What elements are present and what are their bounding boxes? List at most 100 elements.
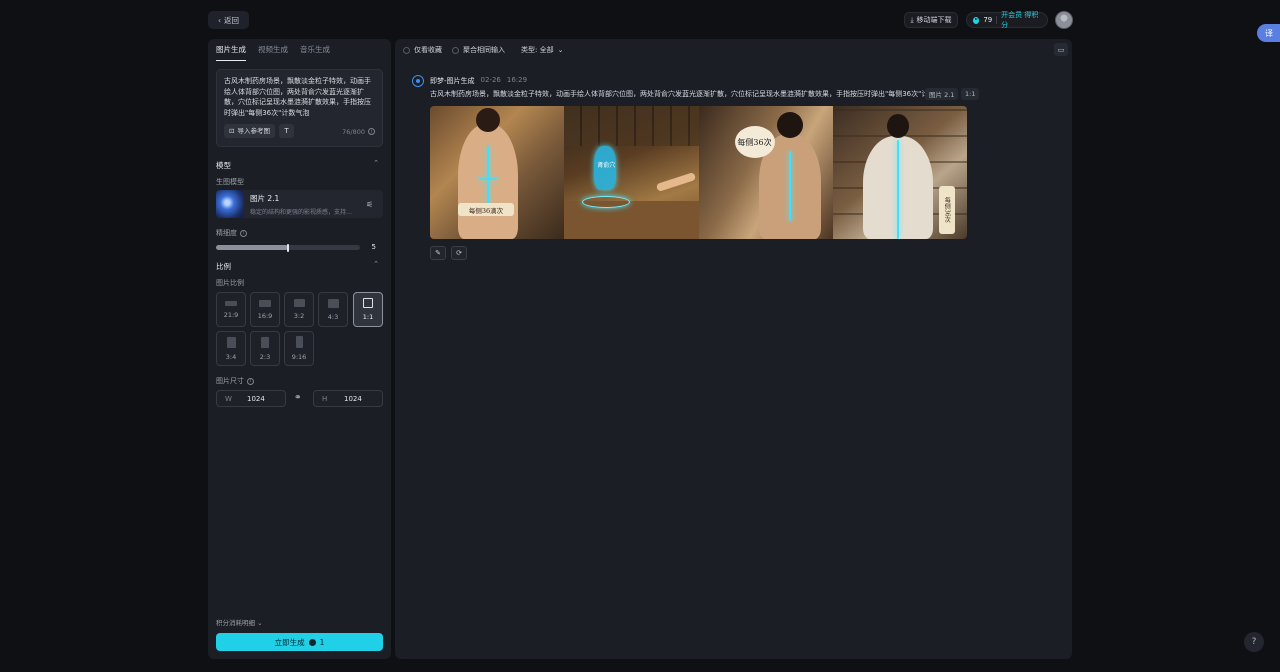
width-value[interactable]: 1024: [247, 395, 265, 403]
ratio-shape: [261, 336, 269, 348]
char-count-text: 76/800: [342, 127, 365, 136]
model-name: 图片 2.1: [250, 193, 280, 203]
acupoint-glow: [478, 178, 498, 180]
credits-detail-toggle[interactable]: 积分消耗明细 ⌄: [216, 617, 263, 627]
info-icon[interactable]: i: [368, 128, 375, 136]
chevron-down-icon: ⌄: [557, 46, 564, 54]
ratio-option[interactable]: 3:4: [216, 331, 246, 366]
precision-label: 精细度: [216, 229, 237, 237]
sliders-icon[interactable]: ⚟: [366, 200, 373, 209]
generated-image-1[interactable]: 每侧36滴次: [430, 106, 565, 239]
type-filter-label: 类型: 全部: [521, 46, 554, 54]
back-button[interactable]: ‹ 返回: [208, 11, 249, 29]
info-icon[interactable]: i: [247, 377, 254, 385]
ratio-shape: [259, 299, 271, 307]
generated-image-2[interactable]: 肾俞穴: [564, 106, 699, 239]
precision-slider-handle[interactable]: [287, 243, 289, 252]
link-icon[interactable]: ⚭: [294, 393, 302, 403]
model-info: 图片 2.1 稳定的结构和更强的影视质感，支持…: [250, 193, 360, 216]
tab-image[interactable]: 图片生成: [216, 44, 246, 61]
help-button[interactable]: ?: [1244, 632, 1264, 652]
table: [564, 201, 699, 239]
message-prompt[interactable]: 古风木制药房场景，飘散淡金粒子特效，动画手绘人体背部穴位图，两处背俞穴发蓝光逐渐…: [430, 89, 926, 99]
ratio-option[interactable]: 16:9: [250, 292, 280, 327]
prompt-input[interactable]: 古风木制药房场景，飘散淡金粒子特效，动画手绘人体背部穴位图，两处背俞穴发蓝光逐渐…: [216, 69, 383, 147]
generate-label: 立即生成: [274, 637, 305, 647]
message-date: 02-26: [480, 76, 501, 84]
folder-icon: ▭: [1057, 45, 1065, 54]
generated-image-3[interactable]: 每侧36次: [698, 106, 833, 239]
precision-label-row: 精细度 i: [216, 228, 247, 238]
ratio-label-2-3: 2:3: [259, 352, 271, 361]
favorites-filter[interactable]: 仅看收藏: [403, 45, 442, 55]
model-thumbnail: [216, 190, 244, 218]
ratio-label-4-3: 4:3: [327, 312, 339, 321]
shelf: [564, 106, 699, 146]
mobile-download-label: 移动端下载: [916, 16, 952, 24]
width-field[interactable]: W 1024: [216, 390, 286, 407]
points-count: 79: [983, 16, 993, 24]
prompt-text[interactable]: 古风木制药房场景，飘散淡金粒子特效，动画手绘人体背部穴位图，两处背俞穴发蓝光逐渐…: [224, 76, 375, 118]
ratio-option-selected[interactable]: 1:1: [353, 292, 383, 327]
message-source: 即梦-图片生成: [430, 77, 475, 85]
type-filter-dropdown[interactable]: 类型: 全部 ⌄: [521, 45, 563, 55]
height-field[interactable]: H 1024: [313, 390, 383, 407]
model-desc: 稳定的结构和更强的影视质感，支持…: [250, 208, 353, 216]
ratio-label: 图片比例: [216, 279, 244, 287]
checkbox[interactable]: [403, 46, 410, 54]
message-time: 16:29: [506, 76, 528, 84]
size-label: 图片尺寸: [216, 377, 244, 385]
model-tag: 图片 2.1: [925, 88, 959, 100]
hand: [655, 172, 697, 192]
regenerate-button[interactable]: ⟳: [451, 246, 467, 260]
checkbox[interactable]: [452, 46, 459, 54]
ratio-option[interactable]: 2:3: [250, 331, 280, 366]
generated-image-4[interactable]: 每侧36次: [832, 106, 967, 239]
ratio-option[interactable]: 9:16: [284, 331, 314, 366]
ratio-shape: [295, 336, 303, 348]
translate-badge[interactable]: 译: [1257, 24, 1280, 42]
width-label: W: [225, 394, 232, 403]
edit-button[interactable]: ✎: [430, 246, 446, 260]
height-value[interactable]: 1024: [344, 395, 362, 403]
speech-bubble: 每侧36次: [734, 126, 775, 158]
left-panel: 图片生成 视频生成 音乐生成 古风木制药房场景，飘散淡金粒子特效，动画手绘人体背…: [208, 39, 391, 659]
spine-glow: [896, 140, 899, 239]
ratio-option[interactable]: 21:9: [216, 292, 246, 327]
ratio-option[interactable]: 3:2: [284, 292, 314, 327]
ratio-shape: [225, 300, 237, 306]
avatar[interactable]: [1055, 11, 1073, 29]
ratio-label-21-9: 21:9: [223, 310, 239, 319]
model-selector[interactable]: 图片 2.1 稳定的结构和更强的影视质感，支持… ⚟: [216, 190, 383, 218]
info-icon[interactable]: i: [240, 229, 247, 237]
ripple: [582, 196, 631, 208]
vip-link[interactable]: 开会员 得积分: [1001, 10, 1041, 30]
chevron-up-icon[interactable]: ⌃: [373, 260, 379, 268]
precision-value: 5: [371, 243, 376, 251]
precision-slider-fill: [216, 245, 288, 250]
import-reference-button[interactable]: ⊡ 导入参考图: [224, 124, 275, 138]
ratio-shape: [293, 299, 305, 307]
chevron-left-icon: ‹: [218, 15, 221, 25]
mobile-download-button[interactable]: ⤓ 移动端下载: [904, 12, 958, 28]
ratio-label-1-1: 1:1: [362, 313, 374, 321]
prompt-tools: ⊡ 导入参考图 T: [224, 124, 294, 138]
pencil-icon: ✎: [435, 249, 441, 257]
merge-filter-label: 聚合相同输入: [463, 46, 505, 54]
chevron-up-icon[interactable]: ⌃: [373, 159, 379, 167]
merge-filter[interactable]: 聚合相同输入: [452, 45, 505, 55]
text-format-button[interactable]: T: [278, 124, 294, 138]
precision-slider[interactable]: [216, 243, 360, 252]
gen-model-label: 生图模型: [216, 178, 244, 186]
ratio-option[interactable]: 4:3: [318, 292, 348, 327]
ratio-label-3-2: 3:2: [293, 312, 305, 320]
points-pill[interactable]: 79 开会员 得积分: [966, 10, 1048, 30]
dreamina-logo-icon: [412, 75, 424, 87]
ratio-label-9-16: 9:16: [291, 353, 307, 361]
folder-button[interactable]: ▭: [1054, 43, 1068, 56]
ratio-shape: [226, 336, 236, 348]
tab-music[interactable]: 音乐生成: [300, 44, 330, 61]
generated-images: 每侧36滴次 肾俞穴 每侧36次 每侧36次: [430, 106, 967, 239]
generate-button[interactable]: 立即生成 1: [216, 633, 383, 651]
tab-video[interactable]: 视频生成: [258, 44, 288, 61]
